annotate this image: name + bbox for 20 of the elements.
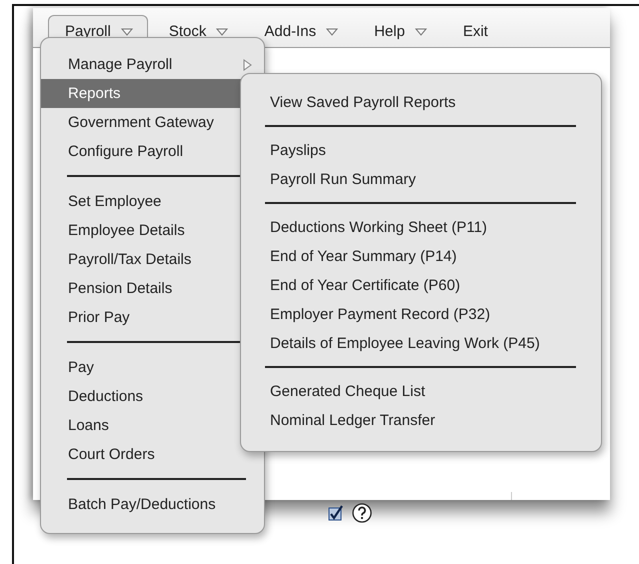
menu-item[interactable]: Payslips — [241, 136, 601, 165]
help-icon[interactable] — [352, 503, 372, 523]
menu-tab[interactable]: Add-Ins — [247, 15, 354, 47]
menu-item[interactable]: Employer Payment Record (P32) — [241, 300, 601, 329]
menu-item[interactable]: End of Year Summary (P14) — [241, 242, 601, 271]
menu-tab[interactable]: Help — [357, 15, 442, 47]
menu-item[interactable]: Deductions Working Sheet (P11) — [241, 213, 601, 242]
menu-tab[interactable]: Exit — [446, 15, 503, 47]
menu-item[interactable]: Details of Employee Leaving Work (P45) — [241, 329, 601, 358]
menu-tab[interactable]: Stock — [152, 15, 244, 47]
menu-item[interactable]: Generated Cheque List — [241, 377, 601, 406]
menu-item[interactable]: Manage Payroll — [41, 50, 264, 79]
caret-icon — [326, 28, 338, 36]
checkbox[interactable] — [328, 505, 344, 521]
menu-item[interactable]: End of Year Certificate (P60) — [241, 271, 601, 300]
menu-item[interactable]: Payroll Run Summary — [241, 165, 601, 194]
menu-item[interactable]: Batch Pay/Deductions — [41, 490, 264, 519]
menu-item[interactable]: Court Orders — [41, 440, 264, 469]
menu-item[interactable]: Nominal Ledger Transfer — [241, 406, 601, 435]
caret-icon — [414, 28, 427, 36]
